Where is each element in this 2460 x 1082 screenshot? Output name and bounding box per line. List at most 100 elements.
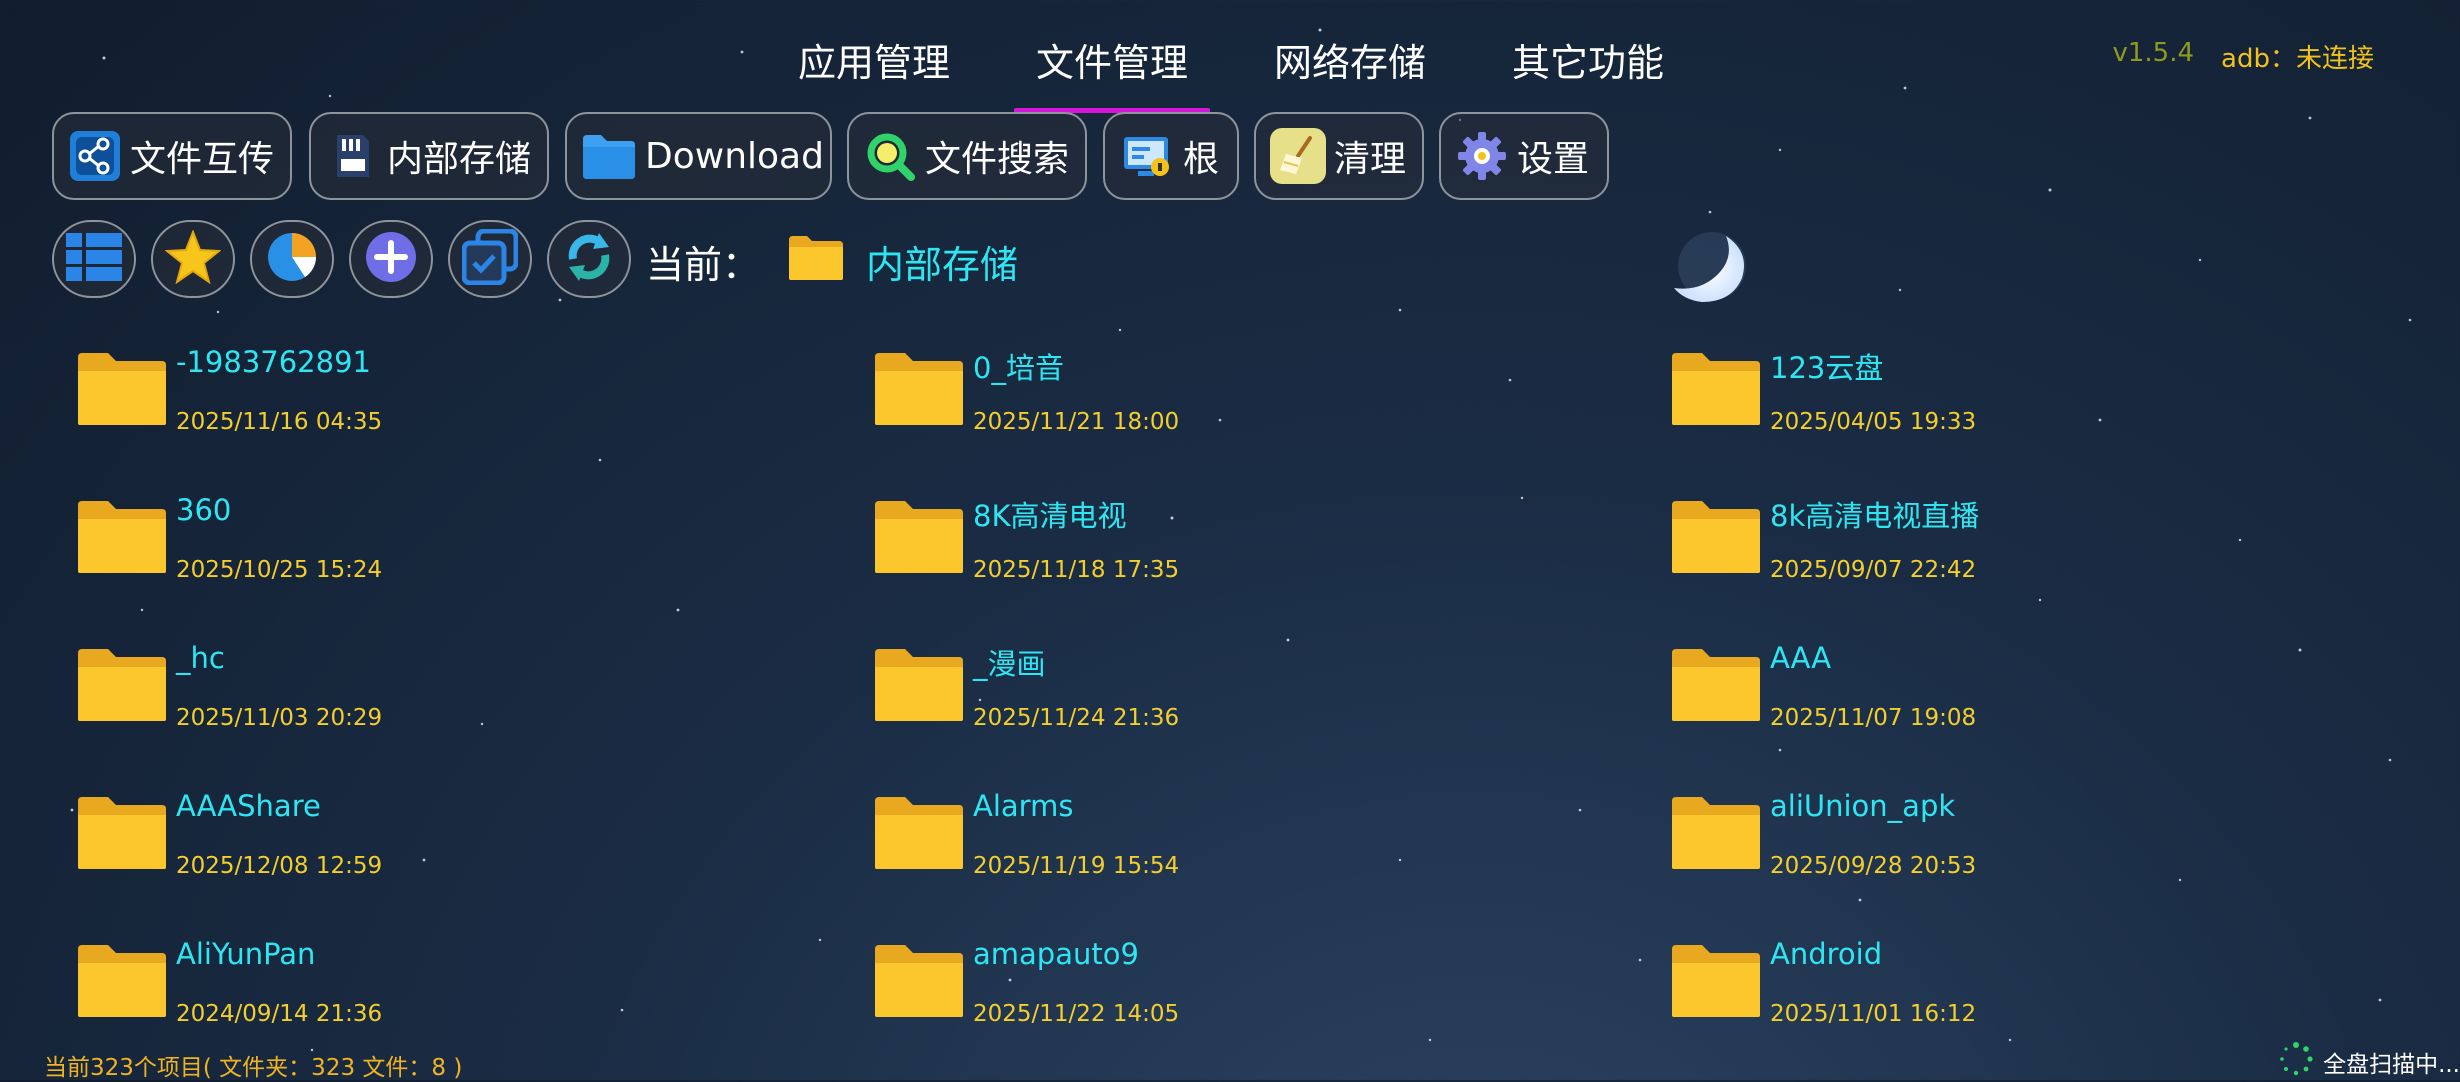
settings-label: 设置 <box>1517 139 1590 180</box>
download-button[interactable]: Download <box>565 112 832 200</box>
folder-icon <box>76 351 168 431</box>
list-view-button[interactable] <box>52 220 136 298</box>
folder-icon <box>873 647 965 727</box>
tab-file-management[interactable]: 文件管理 <box>1013 32 1211 113</box>
gear-icon <box>1455 128 1509 184</box>
current-path-label: 当前： <box>646 243 761 287</box>
top-nav: 应用管理 文件管理 网络存储 其它功能 <box>0 22 2460 113</box>
file-name: Alarms <box>973 789 1074 823</box>
storage-analysis-button[interactable] <box>250 220 334 298</box>
file-date: 2025/11/24 21:36 <box>973 705 1180 731</box>
folder-item[interactable]: aliUnion_apk 2025/09/28 20:53 <box>1670 789 2430 919</box>
file-transfer-button[interactable]: 文件互传 <box>52 112 292 200</box>
folder-icon <box>76 499 168 579</box>
folder-item[interactable]: amapauto9 2025/11/22 14:05 <box>873 937 1633 1067</box>
pie-chart-icon <box>265 230 319 288</box>
folder-icon <box>1670 351 1762 431</box>
root-button[interactable]: 根 <box>1103 112 1239 200</box>
refresh-button[interactable] <box>547 220 631 298</box>
file-name: amapauto9 <box>973 937 1139 971</box>
folder-icon <box>787 234 845 286</box>
file-name: 123云盘 <box>1770 351 1884 385</box>
folder-icon <box>1670 943 1762 1023</box>
folder-icon <box>1670 647 1762 727</box>
file-date: 2025/09/28 20:53 <box>1770 853 1977 879</box>
internal-storage-label: 内部存储 <box>387 139 532 180</box>
folder-icon <box>76 647 168 727</box>
broom-icon <box>1270 128 1326 184</box>
item-count-status: 当前323个项目( 文件夹：323 文件：8 ) <box>44 1055 463 1081</box>
tab-app-management[interactable]: 应用管理 <box>798 32 950 87</box>
scan-status: 全盘扫描中... <box>2279 1042 2460 1082</box>
root-monitor-icon <box>1119 128 1175 184</box>
adb-status: adb：未连接 <box>2221 44 2374 74</box>
file-date: 2025/11/01 16:12 <box>1770 1001 1977 1027</box>
moon-decoration <box>1674 232 1746 302</box>
folder-item[interactable]: 360 2025/10/25 15:24 <box>76 493 836 623</box>
folder-item[interactable]: -1983762891 2025/11/16 04:35 <box>76 345 836 475</box>
settings-button[interactable]: 设置 <box>1439 112 1609 200</box>
folder-item[interactable]: 123云盘 2025/04/05 19:33 <box>1670 345 2430 475</box>
multi-select-button[interactable] <box>448 220 532 298</box>
file-name: 8K高清电视 <box>973 499 1127 533</box>
folder-icon <box>873 795 965 875</box>
current-path-value[interactable]: 内部存储 <box>866 234 1018 289</box>
file-date: 2025/11/21 18:00 <box>973 409 1180 435</box>
folder-item[interactable]: Alarms 2025/11/19 15:54 <box>873 789 1633 919</box>
file-transfer-label: 文件互传 <box>130 139 275 180</box>
tab-network-storage[interactable]: 网络存储 <box>1274 32 1426 87</box>
clean-label: 清理 <box>1334 139 1407 180</box>
internal-storage-button[interactable]: 内部存储 <box>309 112 549 200</box>
file-name: _漫画 <box>973 647 1046 681</box>
file-search-button[interactable]: 文件搜索 <box>847 112 1087 200</box>
folder-icon <box>1670 499 1762 579</box>
file-date: 2024/09/14 21:36 <box>176 1001 383 1027</box>
search-icon <box>863 128 917 184</box>
scan-status-text: 全盘扫描中... <box>2323 1052 2460 1078</box>
share-icon <box>68 128 122 184</box>
folder-item[interactable]: 8k高清电视直播 2025/09/07 22:42 <box>1670 493 2430 623</box>
file-name: AAAShare <box>176 789 321 823</box>
folder-blue-icon <box>581 128 637 184</box>
folder-item[interactable]: _漫画 2025/11/24 21:36 <box>873 641 1633 771</box>
file-date: 2025/11/07 19:08 <box>1770 705 1977 731</box>
add-icon <box>364 230 418 288</box>
file-name: aliUnion_apk <box>1770 789 1956 823</box>
folder-icon <box>76 795 168 875</box>
folder-icon <box>76 943 168 1023</box>
file-search-label: 文件搜索 <box>925 139 1070 180</box>
sd-card-icon <box>325 128 379 184</box>
file-date: 2025/12/08 12:59 <box>176 853 383 879</box>
file-name: 0_培音 <box>973 351 1064 385</box>
list-view-icon <box>64 231 124 287</box>
file-name: 8k高清电视直播 <box>1770 499 1980 533</box>
clean-button[interactable]: 清理 <box>1254 112 1424 200</box>
file-name: AAA <box>1770 641 1832 675</box>
file-name: Android <box>1770 937 1883 971</box>
tab-other-functions[interactable]: 其它功能 <box>1512 32 1664 87</box>
star-icon <box>164 229 222 288</box>
favorites-button[interactable] <box>151 220 235 298</box>
folder-item[interactable]: 8K高清电视 2025/11/18 17:35 <box>873 493 1633 623</box>
file-date: 2025/11/18 17:35 <box>973 557 1180 583</box>
folder-item[interactable]: AAA 2025/11/07 19:08 <box>1670 641 2430 771</box>
download-label: Download <box>645 135 824 177</box>
folder-icon <box>873 351 965 431</box>
folder-item[interactable]: 0_培音 2025/11/21 18:00 <box>873 345 1633 475</box>
file-date: 2025/09/07 22:42 <box>1770 557 1977 583</box>
folder-item[interactable]: _hc 2025/11/03 20:29 <box>76 641 836 771</box>
file-name: 360 <box>176 493 232 527</box>
version-label: v1.5.4 <box>2112 38 2194 68</box>
file-date: 2025/11/03 20:29 <box>176 705 383 731</box>
file-date: 2025/04/05 19:33 <box>1770 409 1977 435</box>
file-name: -1983762891 <box>176 345 371 379</box>
folder-item[interactable]: AAAShare 2025/12/08 12:59 <box>76 789 836 919</box>
file-date: 2025/10/25 15:24 <box>176 557 383 583</box>
file-date: 2025/11/19 15:54 <box>973 853 1180 879</box>
file-date: 2025/11/16 04:35 <box>176 409 383 435</box>
root-label: 根 <box>1182 139 1219 180</box>
folder-icon <box>1670 795 1762 875</box>
add-button[interactable] <box>349 220 433 298</box>
file-name: AliYunPan <box>176 937 316 971</box>
loading-spinner-icon <box>2279 1042 2313 1082</box>
